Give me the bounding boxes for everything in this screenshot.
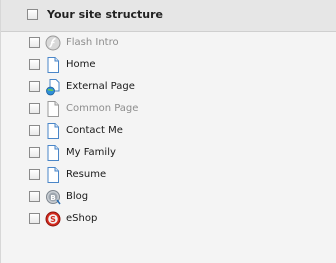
item-checkbox[interactable] [29,147,40,158]
common-page-icon [47,101,59,117]
item-checkbox[interactable] [29,81,40,92]
page-icon [47,145,59,161]
select-all-checkbox[interactable] [27,9,38,20]
item-checkbox[interactable] [29,191,40,202]
site-structure-title: Your site structure [47,8,164,21]
item-checkbox[interactable] [29,169,40,180]
list-item-contact-me[interactable]: Contact Me [29,122,329,140]
list-item-common-page[interactable]: Common Page [29,100,329,118]
page-icon [47,167,59,183]
item-checkbox[interactable] [29,59,40,70]
item-label: Common Page [66,103,139,114]
svg-text:S: S [50,215,56,224]
list-item-blog[interactable]: B Blog [29,188,329,206]
list-item-home[interactable]: Home [29,56,329,74]
blog-icon: B [46,190,61,205]
page-icon [47,57,59,73]
item-checkbox[interactable] [29,103,40,114]
list-item-flash-intro[interactable]: Flash Intro [29,34,329,52]
svg-text:B: B [50,194,55,202]
list-item-eshop[interactable]: S eShop [29,210,329,228]
site-structure-header: Your site structure [1,0,336,32]
list-item-my-family[interactable]: My Family [29,144,329,162]
item-label: Home [66,59,96,70]
item-label: Blog [66,191,89,202]
item-label: eShop [66,213,98,224]
item-label: My Family [66,147,116,158]
item-label: Contact Me [66,125,123,136]
item-label: Flash Intro [66,37,119,48]
item-checkbox[interactable] [29,213,40,224]
item-label: Resume [66,169,107,180]
site-structure-panel: Your site structure Flash Intro Home Ext… [0,0,336,263]
item-checkbox[interactable] [29,125,40,136]
list-item-external-page[interactable]: External Page [29,78,329,96]
list-item-resume[interactable]: Resume [29,166,329,184]
item-checkbox[interactable] [29,37,40,48]
eshop-icon: S [45,211,61,227]
flash-icon [45,35,61,51]
item-label: External Page [66,81,135,92]
page-icon [47,123,59,139]
external-page-icon [46,79,60,96]
